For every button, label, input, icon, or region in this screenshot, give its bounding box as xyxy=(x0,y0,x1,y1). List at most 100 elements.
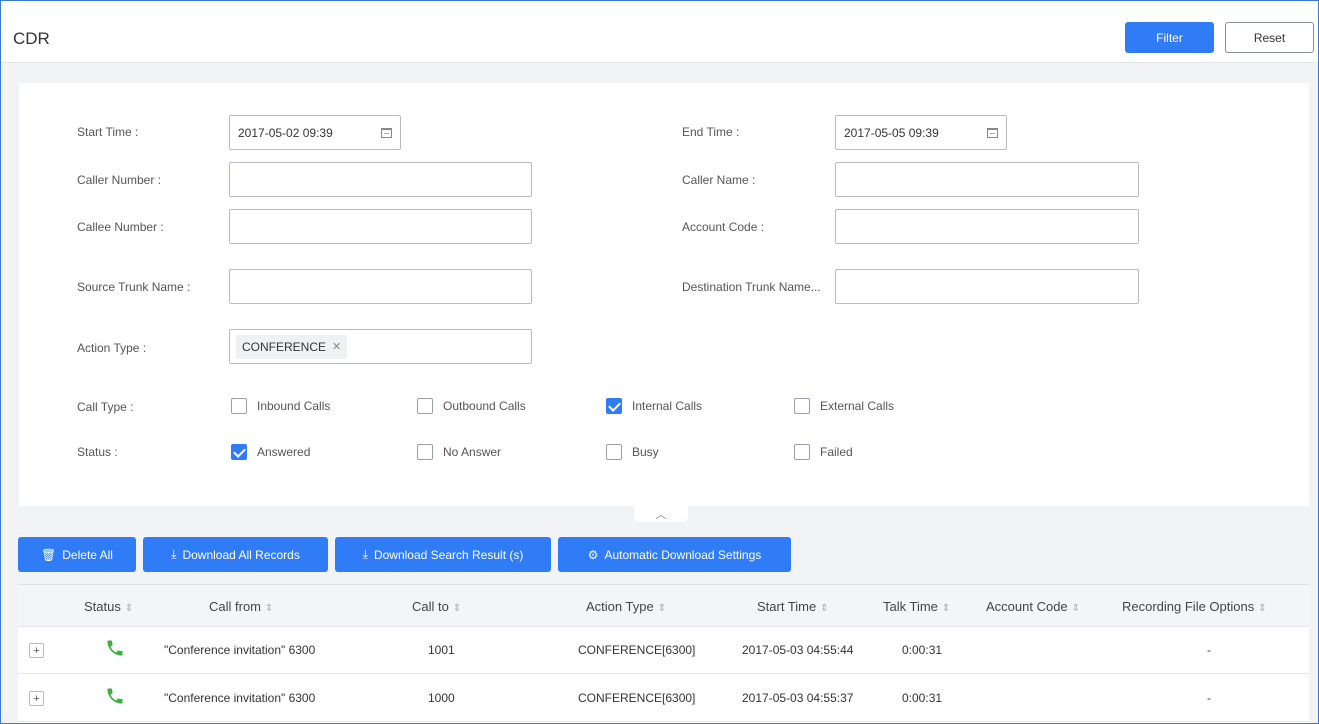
callee-number-input[interactable] xyxy=(229,209,532,244)
caller-number-label: Caller Number : xyxy=(77,173,162,187)
cell-call-to: 1000 xyxy=(428,691,455,705)
column-header-talk-time[interactable]: Talk Time ⇕ xyxy=(883,599,950,614)
checkbox-external-calls[interactable]: External Calls xyxy=(794,398,894,414)
download-all-records-button[interactable]: ⤓ Download All Records xyxy=(143,537,328,572)
cell-call-from: "Conference invitation" 6300 xyxy=(164,691,316,705)
cell-recording: - xyxy=(1207,643,1211,657)
caller-name-label: Caller Name : xyxy=(682,173,756,187)
column-label: Talk Time xyxy=(883,599,938,614)
cell-talk-time: 0:00:31 xyxy=(902,643,943,657)
sort-icon: ⇕ xyxy=(1071,603,1081,614)
sort-icon: ⇕ xyxy=(452,603,462,614)
checkbox-label: Busy xyxy=(632,445,659,459)
cell-call-from: "Conference invitation" 6300 xyxy=(164,643,316,657)
cdr-table: Status ⇕ Call from ⇕ Call to ⇕ Action Type ⇕… xyxy=(18,584,1309,723)
sort-icon: ⇕ xyxy=(657,603,667,614)
checkbox-box xyxy=(231,398,247,414)
filter-button[interactable]: Filter xyxy=(1125,22,1214,53)
cell-talk-time: 0:00:31 xyxy=(902,691,943,705)
cell-action-type: CONFERENCE[6300] xyxy=(578,643,696,657)
download-icon: ⤓ xyxy=(171,547,177,561)
column-header-action-type[interactable]: Action Type ⇕ xyxy=(586,599,666,614)
checkbox-box xyxy=(417,398,433,414)
sort-icon: ⇕ xyxy=(820,603,829,614)
status-label: Status : xyxy=(77,445,118,459)
column-header-call-to[interactable]: Call to ⇕ xyxy=(412,599,461,614)
checkbox-internal-calls[interactable]: Internal Calls xyxy=(606,398,702,414)
close-icon[interactable]: ✕ xyxy=(332,340,341,353)
start-time-label: Start Time : xyxy=(77,125,139,139)
start-time-field[interactable]: 2017-05-02 09:39 xyxy=(229,115,401,150)
delete-all-button[interactable]: 🗑 Delete All xyxy=(18,537,136,572)
cell-start-time: 2017-05-03 04:55:37 xyxy=(742,691,854,705)
download-search-result-button[interactable]: ⤓ Download Search Result (s) xyxy=(335,537,551,572)
cell-start-time: 2017-05-03 04:55:44 xyxy=(742,643,854,657)
cell-recording: - xyxy=(1207,691,1211,705)
filter-panel: Start Time : 2017-05-02 09:39 End Time :… xyxy=(19,83,1309,506)
callee-number-label: Callee Number : xyxy=(77,220,164,234)
checkbox-label: Inbound Calls xyxy=(257,399,331,413)
action-type-select[interactable]: CONFERENCE ✕ xyxy=(229,329,532,364)
sort-icon: ⇕ xyxy=(1258,603,1267,614)
checkbox-label: External Calls xyxy=(820,399,895,413)
table-row: + "Conference invitation" 6300 1000 CONF… xyxy=(18,675,1309,722)
checkbox-busy[interactable]: Busy xyxy=(606,444,659,460)
action-type-tag-label: CONFERENCE xyxy=(242,339,327,354)
checkbox-box xyxy=(794,398,810,414)
expand-row-button[interactable]: + xyxy=(29,643,44,658)
phone-answered-icon xyxy=(107,688,123,704)
start-time-value: 2017-05-02 09:39 xyxy=(238,125,333,140)
checkbox-box xyxy=(606,444,622,460)
checkbox-inbound-calls[interactable]: Inbound Calls xyxy=(231,398,330,414)
automatic-download-settings-button[interactable]: ⚙ Automatic Download Settings xyxy=(558,537,791,572)
caller-number-input[interactable] xyxy=(229,162,532,197)
table-row: + "Conference invitation" 6300 1001 CONF… xyxy=(18,627,1309,674)
end-time-field[interactable]: 2017-05-05 09:39 xyxy=(835,115,1007,150)
trash-icon: 🗑 xyxy=(41,547,57,562)
caller-name-input[interactable] xyxy=(835,162,1139,197)
page-title: CDR xyxy=(13,29,50,48)
destination-trunk-label: Destination Trunk Name... xyxy=(682,280,821,294)
chevron-up-icon: ︿ xyxy=(655,509,667,521)
column-label: Status xyxy=(84,599,121,614)
reset-button[interactable]: Reset xyxy=(1225,22,1314,53)
column-header-status[interactable]: Status ⇕ xyxy=(84,599,133,614)
column-label: Call to xyxy=(412,599,449,614)
auto-download-label: Automatic Download Settings xyxy=(604,547,762,562)
checkbox-label: Outbound Calls xyxy=(443,399,526,413)
column-label: Account Code xyxy=(986,599,1068,614)
checkbox-label: No Answer xyxy=(443,445,502,459)
cell-action-type: CONFERENCE[6300] xyxy=(578,691,696,705)
checkbox-failed[interactable]: Failed xyxy=(794,444,853,460)
calendar-icon[interactable] xyxy=(381,127,392,138)
collapse-panel-button[interactable]: ︿ xyxy=(634,506,688,522)
action-type-label: Action Type : xyxy=(77,341,147,355)
checkbox-box xyxy=(231,444,247,460)
account-code-input[interactable] xyxy=(835,209,1139,244)
action-type-tag: CONFERENCE ✕ xyxy=(236,334,348,359)
gear-icon: ⚙ xyxy=(587,547,599,562)
source-trunk-input[interactable] xyxy=(229,269,532,304)
column-label: Call from xyxy=(209,599,262,614)
cell-call-to: 1001 xyxy=(428,643,455,657)
expand-row-button[interactable]: + xyxy=(29,691,44,706)
column-header-account-code[interactable]: Account Code ⇕ xyxy=(986,599,1080,614)
column-header-recording-file-options[interactable]: Recording File Options ⇕ xyxy=(1122,599,1267,614)
end-time-value: 2017-05-05 09:39 xyxy=(844,125,939,140)
checkbox-label: Failed xyxy=(820,445,853,459)
calendar-icon[interactable] xyxy=(987,127,998,138)
column-label: Recording File Options xyxy=(1122,599,1255,614)
sort-icon: ⇕ xyxy=(941,603,951,614)
checkbox-box xyxy=(417,444,433,460)
checkbox-box xyxy=(794,444,810,460)
checkbox-answered[interactable]: Answered xyxy=(231,444,310,460)
column-header-call-from[interactable]: Call from ⇕ xyxy=(209,599,273,614)
column-header-start-time[interactable]: Start Time ⇕ xyxy=(757,599,829,614)
checkbox-no-answer[interactable]: No Answer xyxy=(417,444,501,460)
header-bar: CDR Filter Reset xyxy=(1,1,1318,63)
checkbox-outbound-calls[interactable]: Outbound Calls xyxy=(417,398,526,414)
end-time-label: End Time : xyxy=(682,125,740,139)
destination-trunk-input[interactable] xyxy=(835,269,1139,304)
column-label: Start Time xyxy=(757,599,817,614)
column-label: Action Type xyxy=(586,599,654,614)
